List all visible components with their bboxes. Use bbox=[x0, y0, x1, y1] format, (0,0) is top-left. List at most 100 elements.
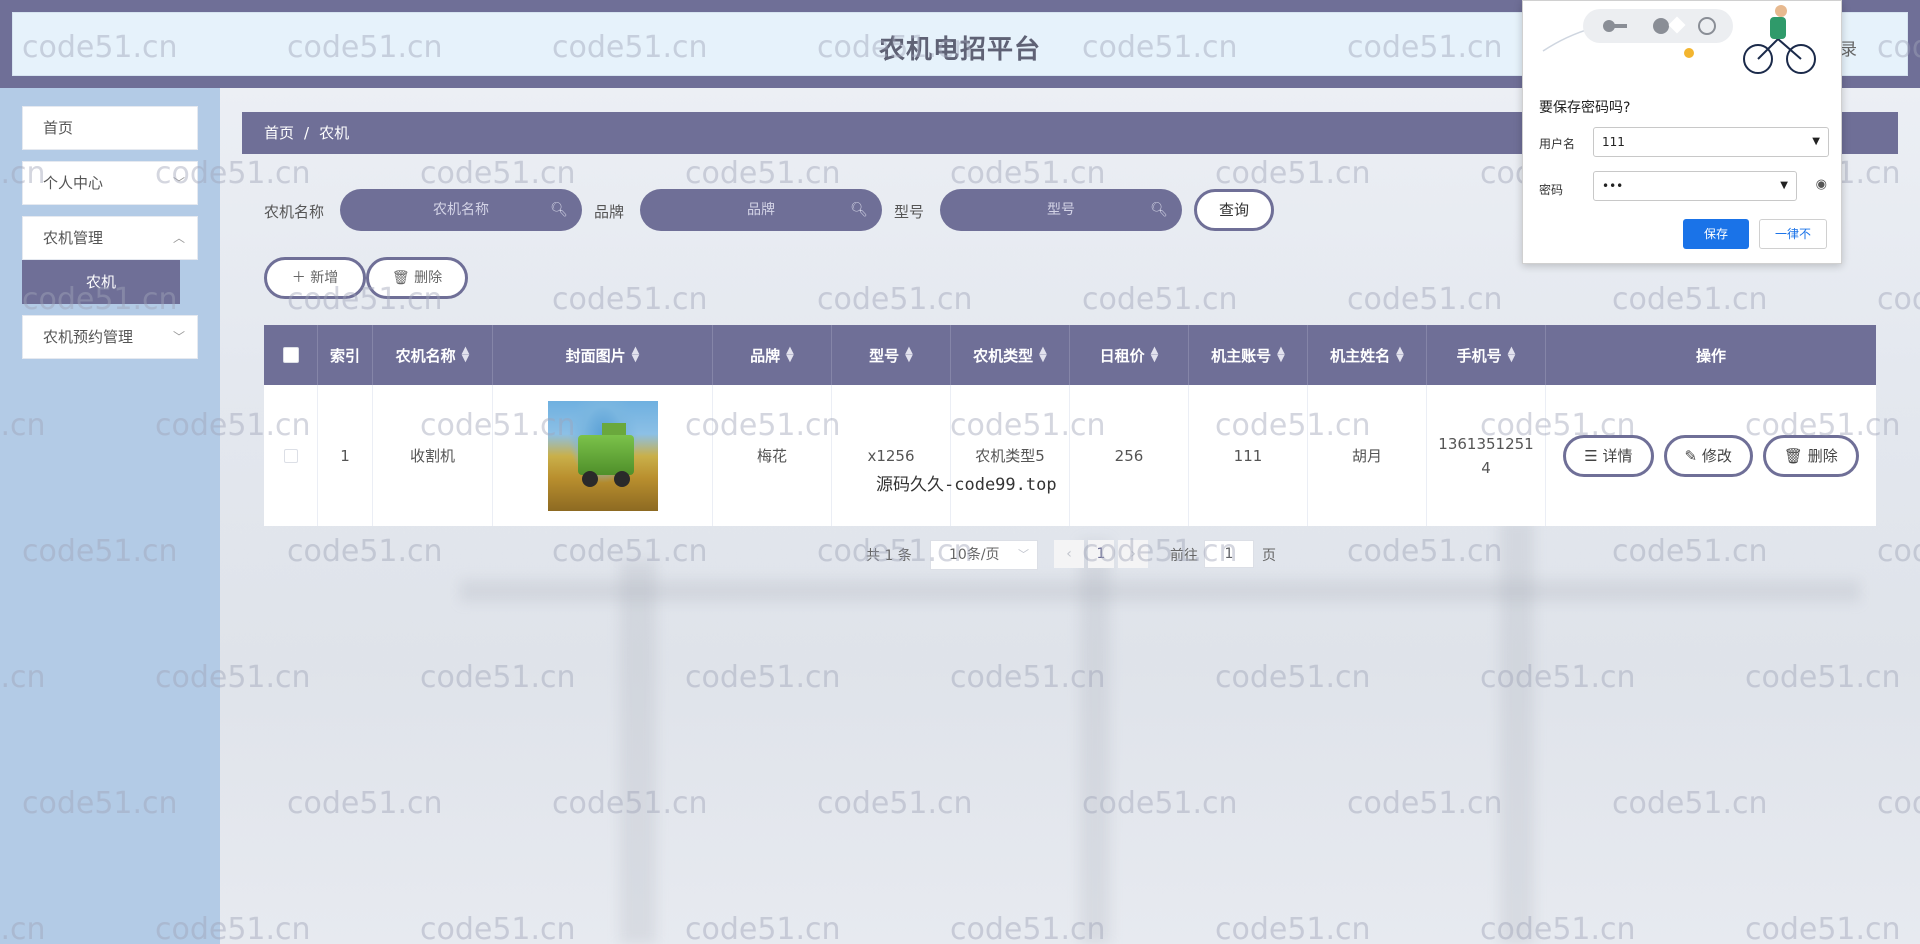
plus-icon: ＋ bbox=[291, 270, 306, 286]
sidebar-item-reservation-management[interactable]: 农机预约管理 ﹀ bbox=[22, 315, 198, 359]
sort-icon[interactable]: ▲ ▼ bbox=[1396, 346, 1404, 364]
sidebar-item-label: 首页 bbox=[43, 119, 74, 137]
watermark-text: code51.cn bbox=[1745, 660, 1901, 695]
password-field[interactable]: ••• ▼ bbox=[1593, 171, 1797, 201]
header-label: 农机名称 bbox=[395, 346, 456, 365]
sidebar-item-machine-management[interactable]: 农机管理 ︿ bbox=[22, 216, 198, 260]
search-brand-placeholder: 品牌 bbox=[747, 202, 775, 218]
watermark-text: code51.cn bbox=[817, 282, 973, 317]
sidebar-item-personal-center[interactable]: 个人中心 ﹀ bbox=[22, 161, 198, 205]
username-field[interactable]: 111 ▼ bbox=[1593, 127, 1829, 157]
header-label: 索引 bbox=[329, 346, 360, 365]
never-save-button[interactable]: 一律不 bbox=[1759, 219, 1827, 249]
trash-icon: 🗑︎ bbox=[391, 270, 410, 286]
sidebar-item-home[interactable]: 首页 bbox=[22, 106, 198, 150]
watermark-text: code51.cn bbox=[287, 786, 443, 821]
header-price[interactable]: 日租价 ▲ ▼ bbox=[1070, 325, 1189, 385]
header-name[interactable]: 农机名称 ▲ ▼ bbox=[373, 325, 493, 385]
header-cover[interactable]: 封面图片 ▲ ▼ bbox=[493, 325, 713, 385]
sort-icon[interactable]: ▲ ▼ bbox=[1508, 346, 1516, 364]
header-label: 品牌 bbox=[750, 346, 781, 365]
watermark-text: code51.cn bbox=[1215, 912, 1371, 944]
watermark-text: code51.cn bbox=[1347, 282, 1503, 317]
search-model-label: 型号 bbox=[894, 203, 925, 221]
watermark-text: code51.cn bbox=[1612, 282, 1768, 317]
cell-type: 农机类型5 bbox=[951, 385, 1070, 526]
sort-icon[interactable]: ▲ ▼ bbox=[1151, 346, 1159, 364]
table-header: 索引 农机名称 ▲ ▼ 封面图片 ▲ ▼ 品牌 ▲ ▼ 型号 ▲ ▼ 农机类型 ▲ ▼ 日租价 ▲ ▼ … bbox=[264, 325, 1876, 385]
breadcrumb-current: 农机 bbox=[319, 124, 350, 142]
chevron-up-icon: ︿ bbox=[172, 231, 185, 245]
password-illustration bbox=[1542, 5, 1816, 74]
watermark-text: code51.cn bbox=[685, 912, 841, 944]
sidebar-item-label: 农机预约管理 bbox=[43, 328, 134, 346]
machine-table: 索引 农机名称 ▲ ▼ 封面图片 ▲ ▼ 品牌 ▲ ▼ 型号 ▲ ▼ 农机类型 ▲ ▼ 日租价 ▲ ▼ … bbox=[264, 325, 1876, 526]
breadcrumb-home[interactable]: 首页 bbox=[264, 124, 294, 142]
search-name-placeholder: 农机名称 bbox=[433, 202, 489, 218]
cell-operations: ☰ 详情 ✎ 修改 🗑︎ 删除 bbox=[1546, 385, 1876, 526]
header-label: 封面图片 bbox=[565, 346, 626, 365]
watermark-text: code51.cn bbox=[817, 786, 973, 821]
detail-button[interactable]: ☰ 详情 bbox=[1563, 434, 1654, 477]
header-index: 索引 bbox=[318, 325, 373, 385]
sort-icon[interactable]: ▲ ▼ bbox=[905, 346, 913, 364]
search-brand-input[interactable]: 品牌 🔍︎ bbox=[640, 189, 882, 231]
watermark-text: code51.cn bbox=[950, 156, 1106, 191]
sidebar-subitem-machine[interactable]: 农机 bbox=[22, 260, 180, 304]
sort-icon[interactable]: ▲ ▼ bbox=[1039, 346, 1047, 364]
detail-button-label: 详情 bbox=[1602, 446, 1633, 465]
sort-icon[interactable]: ▲ ▼ bbox=[786, 346, 794, 364]
delete-button-label: 删除 bbox=[1807, 446, 1838, 465]
watermark-text: code51.cn bbox=[1877, 534, 1920, 569]
pencil-icon: ✎ bbox=[1684, 446, 1698, 465]
select-all-checkbox[interactable] bbox=[282, 347, 299, 363]
dropdown-icon[interactable]: ▼ bbox=[1780, 172, 1788, 200]
sort-icon[interactable]: ▲ ▼ bbox=[462, 346, 470, 364]
header-type[interactable]: 农机类型 ▲ ▼ bbox=[951, 325, 1070, 385]
sort-icon[interactable]: ▲ ▼ bbox=[632, 346, 640, 364]
popup-title: 要保存密码吗? bbox=[1539, 100, 1631, 116]
cell-owner-name: 胡月 bbox=[1308, 385, 1427, 526]
cell-phone: 1361351251 4 bbox=[1427, 385, 1546, 526]
watermark-text: code51.cn bbox=[1215, 660, 1371, 695]
page-size-select[interactable]: 10条/页 ﹀ bbox=[930, 540, 1038, 570]
sort-icon[interactable]: ▲ ▼ bbox=[1277, 346, 1285, 364]
header-label: 机主账号 bbox=[1211, 346, 1272, 365]
page-size-value: 10条/页 bbox=[949, 547, 1000, 563]
delete-button[interactable]: 🗑︎ 删除 bbox=[1762, 434, 1859, 477]
sidebar-item-label: 农机管理 bbox=[43, 229, 104, 247]
search-icon: 🔍︎ bbox=[550, 202, 568, 218]
search-model-input[interactable]: 型号 🔍︎ bbox=[940, 189, 1182, 231]
query-button[interactable]: 查询 bbox=[1194, 189, 1274, 231]
eye-icon[interactable]: ◉ bbox=[1816, 177, 1827, 192]
add-button[interactable]: ＋ 新增 bbox=[264, 257, 366, 299]
watermark-text: code51.cn bbox=[1745, 912, 1901, 944]
header-owner-name[interactable]: 机主姓名 ▲ ▼ bbox=[1308, 325, 1427, 385]
header-model[interactable]: 型号 ▲ ▼ bbox=[832, 325, 951, 385]
dropdown-icon[interactable]: ▼ bbox=[1812, 128, 1820, 156]
prev-page-button[interactable]: ‹ bbox=[1054, 540, 1084, 568]
save-password-button[interactable]: 保存 bbox=[1683, 219, 1749, 249]
header-phone[interactable]: 手机号 ▲ ▼ bbox=[1427, 325, 1546, 385]
search-icon: 🔍︎ bbox=[850, 202, 868, 218]
page-number-current[interactable]: 1 bbox=[1088, 540, 1114, 568]
header-owner-account[interactable]: 机主账号 ▲ ▼ bbox=[1189, 325, 1308, 385]
header-brand[interactable]: 品牌 ▲ ▼ bbox=[713, 325, 832, 385]
goto-page-input[interactable]: 1 bbox=[1204, 540, 1254, 568]
row-checkbox[interactable] bbox=[283, 448, 298, 463]
watermark-text: code51.cn bbox=[1612, 786, 1768, 821]
background-post bbox=[620, 560, 656, 944]
search-model-placeholder: 型号 bbox=[1047, 202, 1075, 218]
document-icon: ☰ bbox=[1584, 446, 1598, 465]
next-page-button[interactable]: › bbox=[1118, 540, 1148, 568]
header-label: 机主姓名 bbox=[1330, 346, 1391, 365]
cell-cover bbox=[493, 385, 713, 526]
batch-delete-button[interactable]: 🗑︎ 删除 bbox=[366, 257, 468, 299]
search-brand-label: 品牌 bbox=[594, 203, 625, 221]
search-name-input[interactable]: 农机名称 🔍︎ bbox=[340, 189, 582, 231]
trash-icon: 🗑︎ bbox=[1783, 446, 1803, 465]
cover-image[interactable] bbox=[547, 400, 658, 511]
edit-button[interactable]: ✎ 修改 bbox=[1663, 434, 1753, 477]
watermark-text: code51.cn bbox=[552, 282, 708, 317]
watermark-text: code51.cn bbox=[420, 912, 576, 944]
